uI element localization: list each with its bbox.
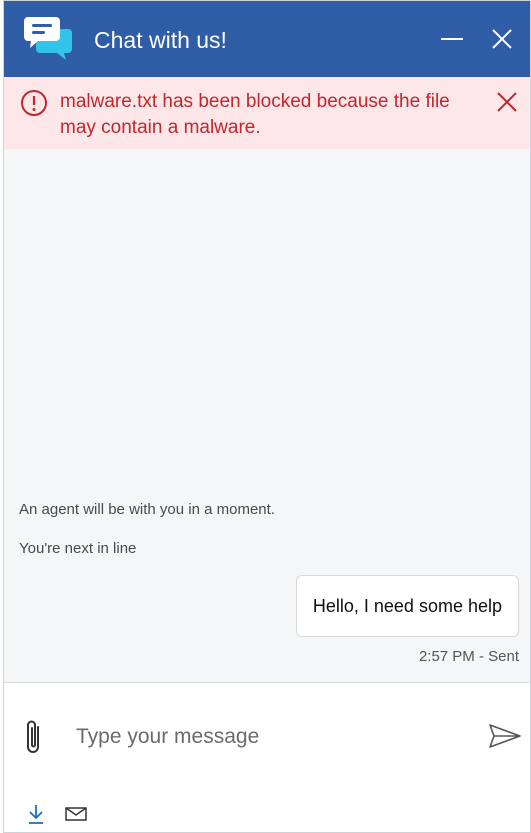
download-icon[interactable] [26,803,46,825]
chat-widget: Chat with us! malware.txt has been block… [3,0,531,833]
email-icon[interactable] [64,805,88,823]
send-icon[interactable] [488,723,522,749]
minimize-icon[interactable] [438,25,466,53]
message-input[interactable] [76,719,456,755]
close-icon[interactable] [494,89,520,115]
system-message: You're next in line [19,540,137,557]
message-timestamp: 2:57 PM - Sent [418,648,519,665]
error-circle-icon [21,90,47,116]
chat-title: Chat with us! [94,27,227,53]
alert-message: malware.txt has been blocked because the… [60,91,450,138]
system-message: An agent will be with you in a moment. [19,501,275,518]
close-icon[interactable] [488,25,516,53]
user-message-text: Hello, I need some help [312,595,502,616]
chat-bubbles-icon [24,17,72,60]
user-message-bubble: Hello, I need some help [295,575,519,637]
paperclip-icon[interactable] [22,717,46,757]
composer [4,682,530,832]
chat-header: Chat with us! [4,1,530,77]
malware-alert-banner: malware.txt has been blocked because the… [4,77,530,149]
